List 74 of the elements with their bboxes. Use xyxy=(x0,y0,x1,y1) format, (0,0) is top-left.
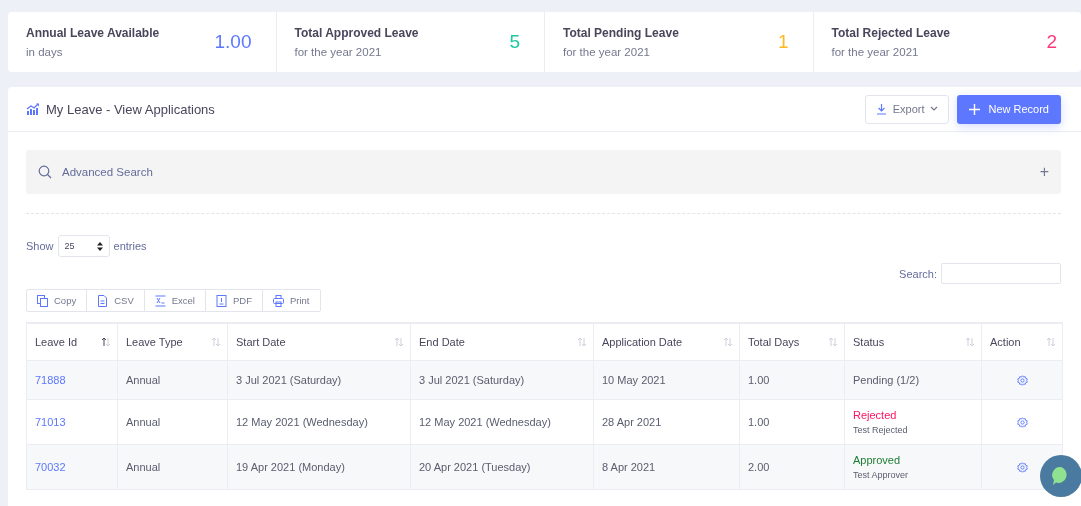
settings-icon[interactable] xyxy=(1016,374,1028,386)
column-header[interactable]: Application Date xyxy=(593,323,740,361)
copy-icon xyxy=(37,294,48,307)
copy-button[interactable]: Copy xyxy=(26,289,88,312)
table-cell: 12 May 2021 (Wednesday) xyxy=(227,399,411,445)
download-icon xyxy=(875,103,887,115)
table-cell: 1.00 xyxy=(739,399,845,445)
column-header[interactable]: Status xyxy=(844,323,982,361)
table-cell: 19 Apr 2021 (Monday) xyxy=(227,444,411,490)
search-field[interactable] xyxy=(941,263,1061,284)
caret-icon xyxy=(930,106,939,112)
leave-id-link[interactable]: 71013 xyxy=(35,416,66,428)
stat-value: 1.00 xyxy=(214,31,252,53)
table-cell: 3 Jul 2021 (Saturday) xyxy=(410,360,594,400)
plus-icon xyxy=(969,103,981,115)
print-button[interactable]: Print xyxy=(261,289,321,312)
table-cell: 3 Jul 2021 (Saturday) xyxy=(227,360,411,400)
expand-toggle[interactable]: + xyxy=(1039,163,1049,181)
entries-label: entries xyxy=(113,240,147,252)
table-cell: 1.00 xyxy=(739,360,845,400)
approver-note: Test Rejected xyxy=(853,425,909,435)
table-cell: 20 Apr 2021 (Tuesday) xyxy=(410,444,594,490)
status-text: Approved xyxy=(853,454,902,466)
table-cell: Annual xyxy=(117,444,228,490)
document-icon xyxy=(215,294,227,307)
stat-label: Annual Leave Available xyxy=(26,26,160,40)
pdf-button[interactable]: PDF xyxy=(204,289,263,312)
table-cell: 10 May 2021 xyxy=(593,360,740,400)
status-text: Rejected xyxy=(853,409,898,421)
column-header[interactable]: Action xyxy=(981,323,1063,361)
leave-id-link[interactable]: 70032 xyxy=(35,461,66,473)
table-cell: 8 Apr 2021 xyxy=(593,444,740,490)
search-label: Search: xyxy=(899,267,937,280)
show-label: Show xyxy=(26,240,54,252)
export-button[interactable]: Export xyxy=(864,94,950,124)
stat-value: 2 xyxy=(1046,31,1057,53)
column-header[interactable]: Start Date xyxy=(227,323,411,361)
page-length-select[interactable]: 25 xyxy=(57,235,110,257)
column-header[interactable]: End Date xyxy=(410,323,594,361)
new-record-button[interactable]: New Record xyxy=(957,94,1061,124)
settings-icon[interactable] xyxy=(1016,416,1028,428)
advanced-search-bar[interactable]: Advanced Search + xyxy=(26,150,1061,194)
search-icon xyxy=(38,165,52,179)
stat-label: Total Rejected Leave xyxy=(831,26,950,40)
column-header[interactable]: Leave Id xyxy=(26,323,118,361)
stat-caption: in days xyxy=(26,46,64,58)
table-cell: Annual xyxy=(117,399,228,445)
stat-caption: for the year 2021 xyxy=(294,46,383,58)
table-cell: 2.00 xyxy=(739,444,845,490)
table-cell: 28 Apr 2021 xyxy=(593,399,740,445)
advanced-search-label: Advanced Search xyxy=(62,166,154,178)
excel-button[interactable]: Excel xyxy=(143,289,206,312)
panel-title: My Leave - View Applications xyxy=(46,101,216,117)
leave-id-link[interactable]: 71888 xyxy=(35,374,66,386)
table-cell: Annual xyxy=(117,360,228,400)
stat-caption: for the year 2021 xyxy=(831,46,920,58)
column-header[interactable]: Leave Type xyxy=(117,323,228,361)
document-icon xyxy=(97,294,109,307)
chart-icon xyxy=(26,103,40,115)
spinner-icon xyxy=(96,241,103,251)
stat-value: 5 xyxy=(509,31,520,53)
table-cell: 12 May 2021 (Wednesday) xyxy=(410,399,594,445)
sort-icon[interactable] xyxy=(101,337,111,347)
settings-icon[interactable] xyxy=(1016,461,1028,473)
stat-label: Total Approved Leave xyxy=(294,26,419,40)
column-header[interactable]: Total Days xyxy=(739,323,845,361)
spreadsheet-icon xyxy=(154,294,166,307)
printer-icon xyxy=(272,294,284,307)
stat-label: Total Pending Leave xyxy=(563,26,679,40)
stat-value: 1 xyxy=(777,31,789,53)
stat-caption: for the year 2021 xyxy=(563,46,651,58)
csv-button[interactable]: CSV xyxy=(86,289,145,312)
approver-note: Test Approver xyxy=(853,470,910,480)
status-text: Pending (1/2) xyxy=(853,374,921,386)
